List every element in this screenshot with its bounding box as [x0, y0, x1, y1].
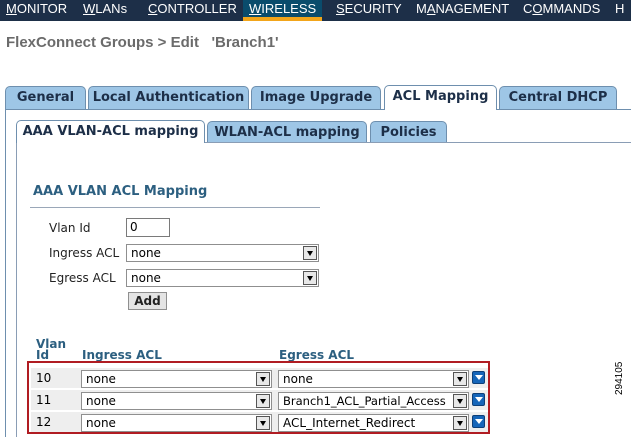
section-title: AAA VLAN ACL Mapping — [33, 184, 208, 199]
row-egress-acl-value: Branch1_ACL_Partial_Access — [283, 394, 446, 408]
egress-acl-value: none — [131, 271, 161, 285]
ingress-acl-value: none — [131, 246, 161, 260]
row-ingress-acl-value: none — [86, 372, 116, 386]
chevron-down-icon[interactable] — [303, 246, 317, 260]
egress-acl-label: Egress ACL — [49, 271, 116, 285]
add-button[interactable]: Add — [128, 292, 167, 310]
figure-number: 294105 — [614, 361, 625, 395]
chevron-down-icon[interactable] — [256, 372, 270, 386]
chevron-down-icon[interactable] — [453, 372, 467, 386]
row-egress-acl-select[interactable]: ACL_Internet_Redirect — [278, 414, 469, 432]
subtab-aaa-vlan-acl-mapping[interactable]: AAA VLAN-ACL mapping — [16, 120, 205, 143]
chevron-down-icon[interactable] — [256, 416, 270, 430]
row-actions-icon[interactable] — [472, 371, 485, 384]
top-nav: MONITOR WLANs CONTROLLER WIRELESS SECURI… — [0, 0, 631, 21]
row-egress-acl-value: none — [283, 372, 313, 386]
row-actions-icon[interactable] — [472, 393, 485, 406]
tab-local-authentication[interactable]: Local Authentication — [88, 86, 249, 110]
egress-acl-select[interactable]: none — [126, 269, 319, 287]
row-egress-acl-select[interactable]: none — [278, 370, 469, 388]
tab-image-upgrade[interactable]: Image Upgrade — [251, 86, 381, 110]
nav-wireless[interactable]: WIRELESS — [243, 0, 323, 21]
nav-security[interactable]: SECURITY — [330, 0, 408, 21]
nav-wlans[interactable]: WLANs — [77, 0, 133, 21]
tab-central-dhcp[interactable]: Central DHCP — [499, 86, 617, 110]
section-divider — [30, 207, 320, 208]
row-ingress-acl-value: none — [86, 394, 116, 408]
chevron-down-icon[interactable] — [303, 271, 317, 285]
col-head-vlan-id: Id — [36, 348, 50, 362]
row-ingress-acl-value: none — [86, 416, 116, 430]
row-actions-icon[interactable] — [472, 415, 485, 428]
nav-management[interactable]: MANAGEMENT — [410, 0, 515, 21]
chevron-down-icon[interactable] — [453, 416, 467, 430]
row-vlan-id: 12 — [36, 415, 52, 429]
row-egress-acl-select[interactable]: Branch1_ACL_Partial_Access — [278, 392, 469, 410]
vlan-id-label: Vlan Id — [49, 221, 91, 235]
row-vlan-id: 11 — [36, 393, 52, 407]
vlan-id-input[interactable]: 0 — [126, 218, 170, 237]
row-vlan-id: 10 — [36, 371, 52, 385]
subtab-policies[interactable]: Policies — [370, 121, 447, 143]
row-egress-acl-value: ACL_Internet_Redirect — [283, 416, 416, 430]
row-ingress-acl-select[interactable]: none — [81, 392, 272, 410]
subtab-wlan-acl-mapping[interactable]: WLAN-ACL mapping — [207, 121, 367, 143]
nav-commands[interactable]: COMMANDS — [517, 0, 606, 21]
page-title: FlexConnect Groups > Edit 'Branch1' — [6, 34, 279, 51]
tab-general[interactable]: General — [5, 86, 86, 110]
col-head-ingress-acl: Ingress ACL — [82, 348, 162, 362]
col-head-egress-acl: Egress ACL — [279, 348, 355, 362]
nav-help[interactable]: H — [609, 0, 630, 21]
nav-controller[interactable]: CONTROLLER — [142, 0, 243, 21]
nav-monitor[interactable]: MONITOR — [0, 0, 73, 21]
ingress-acl-label: Ingress ACL — [49, 246, 120, 260]
chevron-down-icon[interactable] — [453, 394, 467, 408]
chevron-down-icon[interactable] — [256, 394, 270, 408]
ingress-acl-select[interactable]: none — [126, 244, 319, 262]
tab-acl-mapping[interactable]: ACL Mapping — [384, 85, 497, 110]
row-ingress-acl-select[interactable]: none — [81, 370, 272, 388]
row-ingress-acl-select[interactable]: none — [81, 414, 272, 432]
